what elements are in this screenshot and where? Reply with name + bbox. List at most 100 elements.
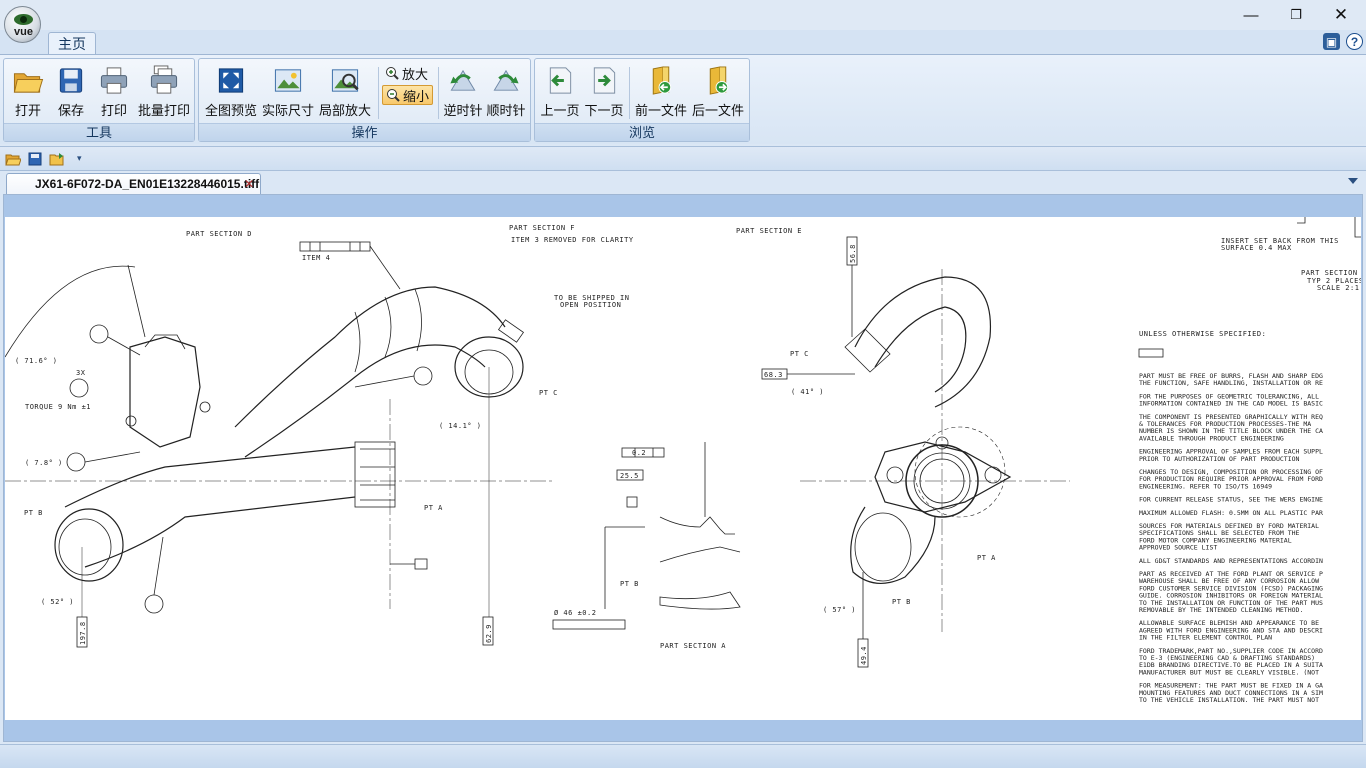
rotate-cw-icon <box>493 69 519 91</box>
label-torque: TORQUE 9 Nm ±1 <box>25 403 91 411</box>
fit-view-label: 全图预览 <box>204 103 257 118</box>
label-angle-41: ( 41° ) <box>791 388 824 396</box>
note-line: ALL GD&T STANDARDS AND REPRESENTATIONS A… <box>1139 557 1323 565</box>
label-section-f: PART SECTION F <box>509 224 575 232</box>
zoom-in-label: 放大 <box>402 66 429 82</box>
prev-file-icon <box>652 66 672 95</box>
group-operation: 全图预览 实际尺寸 局部放大 放大 缩小 逆时针 顺时针 操作 <box>198 58 531 142</box>
restore-button[interactable]: ❐ <box>1273 0 1319 30</box>
mount-hole <box>984 466 1002 484</box>
zoom-area-button[interactable]: 局部放大 <box>317 61 373 119</box>
app-logo[interactable]: vue <box>4 6 41 43</box>
group-browse: 上一页 下一页 前一文件 后一文件 浏览 <box>534 58 750 142</box>
eye-icon <box>14 14 33 25</box>
actual-size-icon <box>274 69 302 92</box>
gdt-frame <box>299 241 371 252</box>
help-icon[interactable]: ? <box>1346 33 1363 50</box>
actual-size-label: 实际尺寸 <box>261 103 314 118</box>
group-operation-label: 操作 <box>199 123 530 141</box>
note-line: ENGINEERING. REFER TO ISO/TS 16949 <box>1139 482 1272 490</box>
actual-size-button[interactable]: 实际尺寸 <box>260 61 316 119</box>
prev-file-label: 前一文件 <box>634 103 687 118</box>
next-file-icon <box>709 66 729 95</box>
technical-drawing[interactable]: PART SECTION D PART SECTION F ITEM 3 REM… <box>5 217 1361 720</box>
print-button[interactable]: 打印 <box>96 61 132 119</box>
next-file-button[interactable]: 后一文件 <box>690 61 746 119</box>
notes-block: PART MUST BE FREE OF BURRS, FLASH AND SH… <box>1139 372 1323 704</box>
datum-box <box>414 558 428 570</box>
hose-ribs <box>354 288 422 373</box>
zoom-out-icon <box>387 89 400 102</box>
style-icon[interactable]: ▣ <box>1323 33 1340 50</box>
minimize-button[interactable]: — <box>1228 0 1274 30</box>
zoom-area-icon <box>331 69 359 92</box>
label-pt-b-right: PT B <box>892 598 911 606</box>
gdt-frame <box>552 619 626 630</box>
viewer-top-band <box>5 196 1361 217</box>
label-dim-diameter: Ø 46 ±0.2 <box>554 609 596 617</box>
label-insert-2: SURFACE 0.4 MAX <box>1221 244 1292 252</box>
tab-list-dropdown-icon[interactable] <box>1348 178 1358 184</box>
mount-hole <box>886 466 904 484</box>
open-folder-icon <box>13 73 44 93</box>
balloon-3 <box>89 324 109 344</box>
port-b-outer <box>54 508 124 582</box>
label-section-e: PART SECTION E <box>736 227 802 235</box>
close-window-button[interactable]: ✕ <box>1318 0 1364 30</box>
quick-access-toolbar: ▾ <box>0 146 1366 171</box>
qat-save-icon[interactable] <box>27 152 43 166</box>
document-tab-strip: JX61-6F072-DA_EN01E13228446015.tiff ✕ <box>0 172 1366 194</box>
ribbon: 打开 保存 打印 批量打印 工具 全图预览 实际尺寸 局部放大 放大 缩小 逆时… <box>0 54 1366 144</box>
open-label: 打开 <box>14 103 41 118</box>
next-page-button[interactable]: 下一页 <box>583 61 625 119</box>
balloon-4 <box>413 366 433 386</box>
note-line: MAXIMUM ALLOWED FLASH: 0.5MM ON ALL PLAS… <box>1139 509 1323 517</box>
hose-outline <box>234 286 506 428</box>
fit-view-button[interactable]: 全图预览 <box>203 61 259 119</box>
save-button[interactable]: 保存 <box>53 61 89 119</box>
leader-line <box>369 245 401 290</box>
zoom-out-button[interactable]: 缩小 <box>382 85 434 105</box>
tab-home[interactable]: 主页 <box>48 32 96 54</box>
qat-folder-icon[interactable] <box>49 152 65 166</box>
zoom-in-icon <box>386 67 399 80</box>
rotate-cw-label: 顺时针 <box>486 103 526 118</box>
label-angle-141: ( 14.1° ) <box>439 422 481 430</box>
bolt <box>125 415 137 427</box>
note-line: INFORMATION CONTAINED IN THE CAD MODEL I… <box>1139 400 1323 408</box>
zoom-in-button[interactable]: 放大 <box>382 63 431 83</box>
image-viewer[interactable]: PART SECTION D PART SECTION F ITEM 3 REM… <box>3 194 1363 742</box>
note-line: THE FUNCTION, SAFE HANDLING, INSTALLATIO… <box>1139 379 1323 387</box>
title-bar: — ❐ ✕ <box>0 0 1366 30</box>
separator <box>378 67 379 119</box>
label-dim-683: 68.3 <box>764 371 783 379</box>
printer-icon <box>100 67 128 94</box>
balloon-5 <box>69 378 89 398</box>
elbow-outline <box>854 276 992 408</box>
document-tab-title: JX61-6F072-DA_EN01E13228446015.tiff <box>35 177 260 191</box>
document-tab[interactable]: JX61-6F072-DA_EN01E13228446015.tiff ✕ <box>6 173 261 194</box>
close-tab-icon[interactable]: ✕ <box>244 177 254 191</box>
qat-customize-icon[interactable]: ▾ <box>77 153 82 164</box>
pipe-outline <box>64 446 356 508</box>
batch-print-button[interactable]: 批量打印 <box>136 61 192 119</box>
batch-printer-icon <box>150 65 178 94</box>
prev-page-button[interactable]: 上一页 <box>539 61 581 119</box>
label-pt-a: PT A <box>424 504 443 512</box>
label-section-typ-3: SCALE 2:1 <box>1317 284 1359 292</box>
rotate-cw-button[interactable]: 顺时针 <box>485 61 527 119</box>
section-fragment <box>1297 217 1306 224</box>
open-button[interactable]: 打开 <box>10 61 46 119</box>
rotate-ccw-label: 逆时针 <box>443 103 483 118</box>
app-logo-text: vue <box>14 26 33 38</box>
group-browse-label: 浏览 <box>535 123 749 141</box>
separator <box>438 67 439 119</box>
label-3x: 3X <box>76 369 86 377</box>
rotate-ccw-button[interactable]: 逆时针 <box>442 61 484 119</box>
qat-open-icon[interactable] <box>5 152 21 166</box>
zoom-out-label: 缩小 <box>403 88 430 104</box>
prev-file-button[interactable]: 前一文件 <box>633 61 689 119</box>
section-profile <box>659 516 735 535</box>
section-profile <box>659 546 741 563</box>
print-label: 打印 <box>100 103 127 118</box>
